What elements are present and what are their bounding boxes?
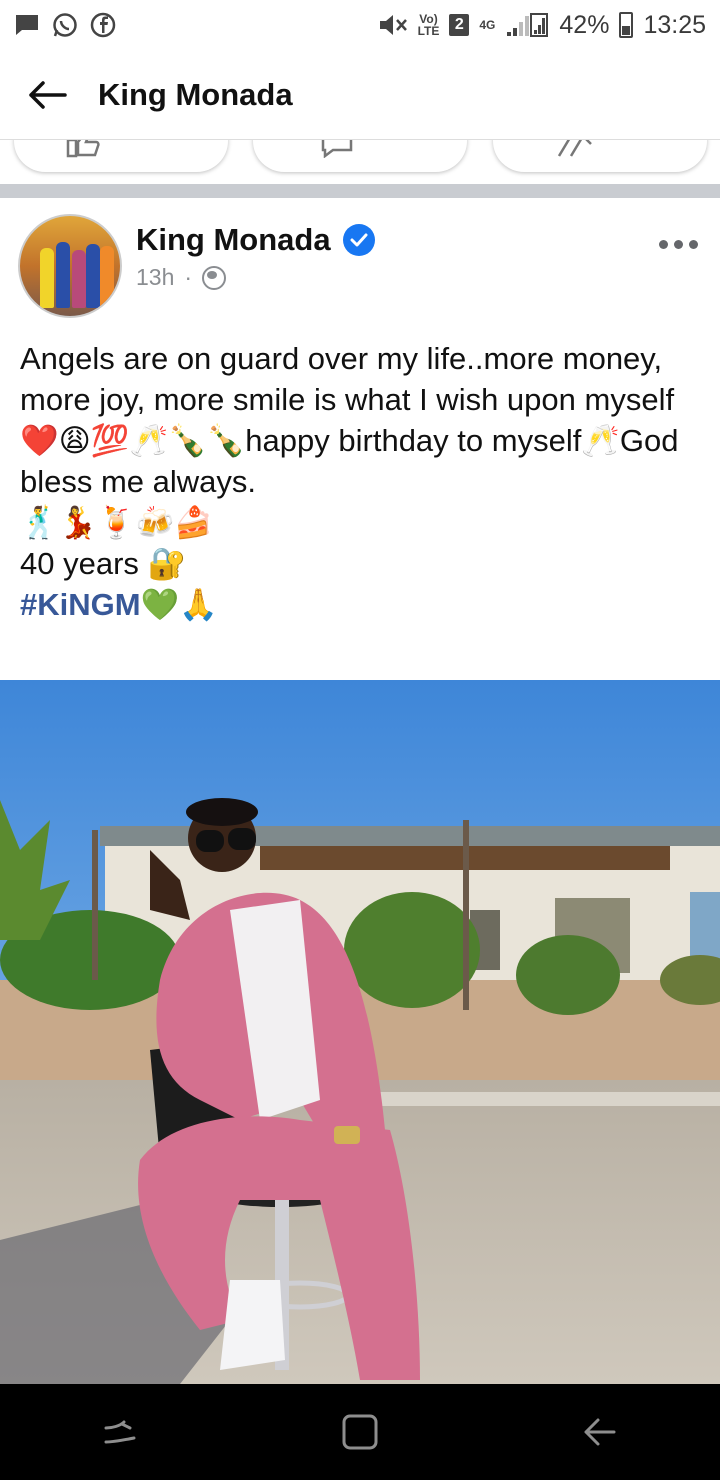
- photo-illustration: [0, 680, 720, 1384]
- like-button[interactable]: [14, 140, 228, 172]
- mute-icon: [378, 12, 408, 38]
- signal-strength-icon: [505, 12, 549, 38]
- author-name[interactable]: King Monada: [136, 222, 331, 258]
- hashtag-link[interactable]: #KiNGM: [20, 587, 141, 622]
- status-bar: Vo) LTE 2 4G 42% 13:25: [0, 0, 720, 50]
- sim-slot-badge: 2: [449, 14, 470, 36]
- comment-button[interactable]: [253, 140, 467, 172]
- battery-percent: 42%: [559, 10, 610, 39]
- clock: 13:25: [643, 10, 706, 39]
- verified-badge-icon: [342, 224, 375, 256]
- arrow-left-icon[interactable]: [26, 74, 68, 116]
- meta-separator: ·: [184, 264, 193, 290]
- recent-apps-icon[interactable]: [90, 1402, 150, 1462]
- more-dots-icon[interactable]: [659, 240, 698, 249]
- post-hashtag-line: #KiNGM💚🙏: [20, 584, 710, 625]
- post-text: Angels are on guard over my life..more m…: [20, 338, 710, 625]
- globe-icon: [202, 265, 227, 290]
- volte-indicator: Vo) LTE: [418, 13, 440, 37]
- avatar[interactable]: [18, 214, 122, 318]
- home-icon[interactable]: [330, 1402, 390, 1462]
- system-nav-bar: [0, 1384, 720, 1480]
- page-title: King Monada: [98, 76, 293, 112]
- post-header: King Monada 13h ·: [0, 198, 720, 328]
- network-type-label: 4G: [479, 18, 496, 32]
- previous-post-actions: [0, 140, 720, 184]
- post-meta: 13h ·: [136, 264, 227, 291]
- post-timestamp[interactable]: 13h: [136, 264, 174, 291]
- volte-bottom-label: LTE: [417, 24, 440, 38]
- hashtag-emoji: 💚🙏: [140, 587, 218, 622]
- post-text-line: 40 years 🔐: [20, 546, 187, 581]
- battery-icon: [619, 12, 634, 38]
- back-nav-icon[interactable]: [570, 1402, 630, 1462]
- post-author[interactable]: King Monada: [136, 222, 375, 258]
- message-notification-icon: [14, 13, 40, 37]
- post-divider: [0, 184, 720, 198]
- app-header: King Monada: [0, 50, 720, 140]
- facebook-icon: [90, 12, 116, 38]
- post-text-line: Angels are on guard over my life..more m…: [20, 341, 688, 499]
- whatsapp-icon: [52, 12, 78, 38]
- post-photo[interactable]: [0, 680, 720, 1384]
- share-button[interactable]: [493, 140, 707, 172]
- post-text-line: 🕺💃🍹🍻🍰: [20, 505, 213, 540]
